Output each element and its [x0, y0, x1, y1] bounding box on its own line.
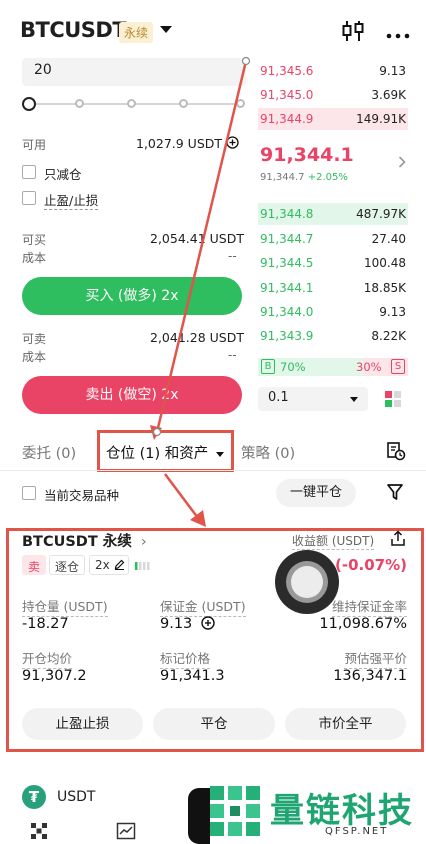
annotation-arrow-line — [164, 473, 199, 519]
annotation-arrows — [150, 56, 251, 527]
watermark-domain: QFSP.NET — [325, 826, 389, 837]
watermark-logo-icon — [206, 782, 264, 840]
annotation-handle — [152, 427, 162, 437]
annotation-handle — [241, 56, 251, 66]
annotation-arrow-line — [155, 60, 248, 433]
watermark-name: 量链科技 — [270, 791, 414, 831]
